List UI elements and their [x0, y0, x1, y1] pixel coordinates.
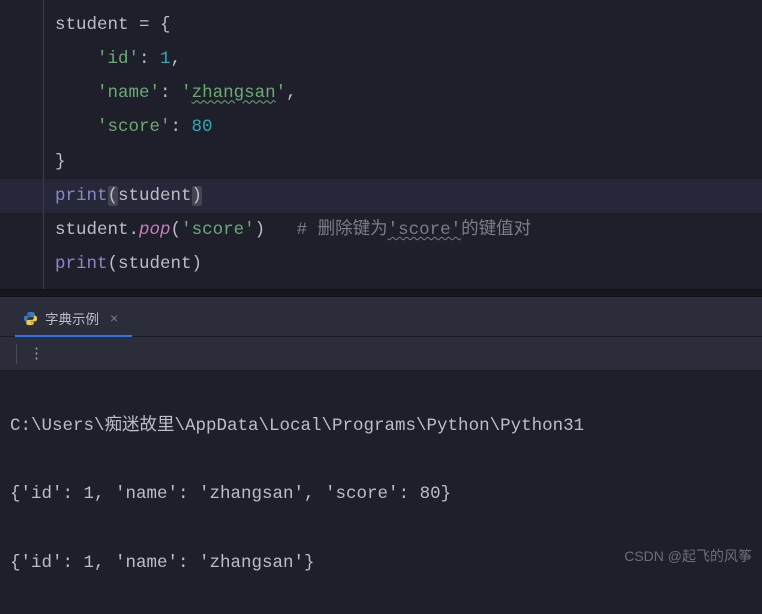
comment-text: 的键值对	[461, 220, 531, 240]
variable: student	[118, 186, 192, 206]
toolbar-separator	[16, 344, 17, 364]
punct: :	[160, 83, 181, 103]
paren: (	[171, 220, 182, 240]
pad	[265, 220, 297, 240]
panel-divider[interactable]	[0, 289, 762, 297]
code-line: print(student)	[0, 247, 762, 281]
punct: .	[129, 220, 140, 240]
number: 1	[160, 49, 171, 69]
string-key: 'name'	[97, 83, 160, 103]
string-key: 'score'	[97, 117, 171, 137]
paren: (	[108, 254, 119, 274]
code-line-current: print(student)	[0, 179, 762, 213]
tab-label: 字典示例	[45, 308, 99, 328]
code-line: 'id': 1,	[0, 42, 762, 76]
punct: :	[171, 117, 192, 137]
run-tab-bar: 字典示例 ×	[0, 297, 762, 337]
quote: '	[276, 83, 287, 103]
code-line: }	[0, 145, 762, 179]
close-icon[interactable]: ×	[110, 310, 118, 326]
variable: student	[55, 220, 129, 240]
quote: '	[181, 83, 192, 103]
builtin-fn: print	[55, 186, 108, 206]
punct: }	[55, 152, 66, 172]
punct: ,	[171, 49, 182, 69]
indent	[55, 117, 97, 137]
indent	[55, 83, 97, 103]
comment-text: 删除键为	[318, 220, 388, 240]
comment-text: 'score'	[388, 220, 462, 240]
code-line: student.pop('score') # 删除键为'score'的键值对	[0, 213, 762, 247]
code-line: student = {	[0, 8, 762, 42]
code-line: 'score': 80	[0, 110, 762, 144]
variable: student	[118, 254, 192, 274]
string: 'score'	[181, 220, 255, 240]
watermark: CSDN @起飞的风筝	[624, 546, 752, 566]
indent	[55, 49, 97, 69]
console-line: C:\Users\痴迷故里\AppData\Local\Programs\Pyt…	[10, 409, 762, 443]
gutter-border	[43, 0, 44, 289]
builtin-fn: print	[55, 254, 108, 274]
paren: )	[192, 186, 203, 206]
paren: (	[108, 186, 119, 206]
console-line: {'id': 1, 'name': 'zhangsan', 'score': 8…	[10, 477, 762, 511]
paren: )	[192, 254, 203, 274]
console-output[interactable]: C:\Users\痴迷故里\AppData\Local\Programs\Pyt…	[0, 371, 762, 614]
run-toolbar: ⋮	[0, 337, 762, 371]
string-key: 'id'	[97, 49, 139, 69]
code-line: 'name': 'zhangsan',	[0, 76, 762, 110]
string-value: zhangsan	[192, 83, 276, 103]
python-icon	[23, 311, 38, 326]
paren: )	[255, 220, 266, 240]
run-tab-active[interactable]: 字典示例 ×	[15, 301, 132, 337]
number: 80	[192, 117, 213, 137]
method: pop	[139, 220, 171, 240]
comment-hash: #	[297, 220, 318, 240]
more-icon[interactable]: ⋮	[29, 344, 44, 363]
punct: ,	[286, 83, 297, 103]
punct: = {	[129, 15, 171, 35]
code-editor[interactable]: student = { 'id': 1, 'name': 'zhangsan',…	[0, 0, 762, 289]
variable: student	[55, 15, 129, 35]
punct: :	[139, 49, 160, 69]
